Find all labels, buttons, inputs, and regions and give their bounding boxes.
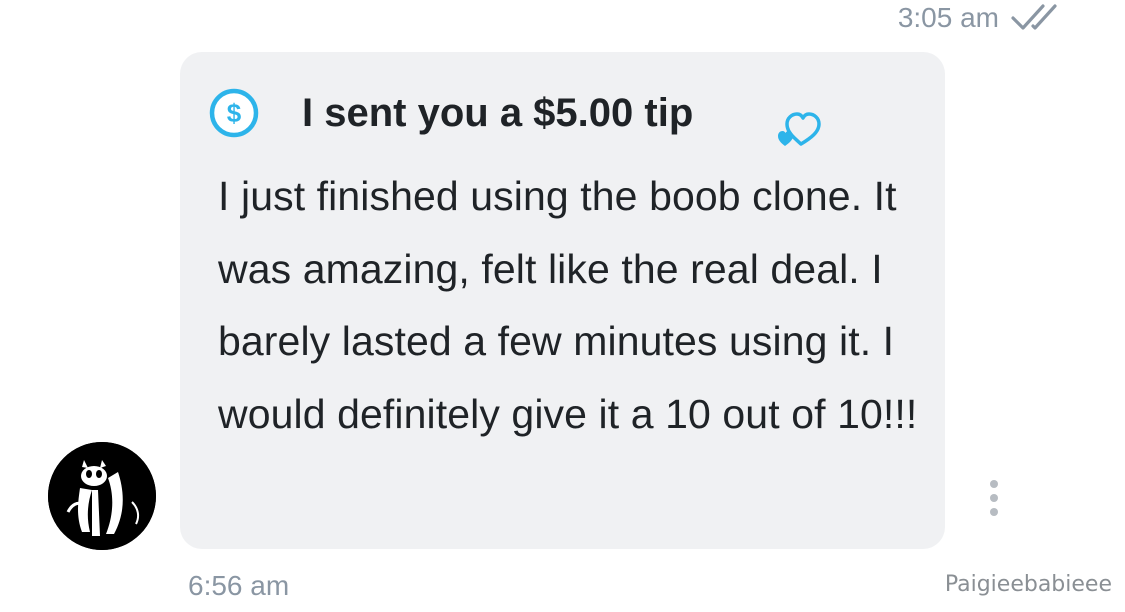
more-vertical-icon[interactable] [984,479,1004,517]
hearts-icon[interactable] [775,102,827,154]
message-text: I just finished using the boob clone. It… [218,173,918,437]
tip-label: I sent you a $5.00 tip [302,91,694,135]
watermark-text: Paigieebabieee [944,572,1112,597]
message-bubble[interactable]: $ I sent you a $5.00 tip I just finished… [180,52,945,549]
chat-screen: 3:05 am $ I sent you a $5.00 tip I just … [0,0,1125,612]
skunk-avatar-image [48,442,156,550]
previous-message-time: 3:05 am [897,2,999,33]
tip-banner: $ I sent you a $5.00 tip [208,85,693,141]
avatar[interactable] [48,442,156,550]
dollar-circle-icon: $ [209,88,259,138]
svg-text:$: $ [227,98,242,128]
previous-message-meta: 3:05 am [898,0,1067,36]
double-check-icon [1011,4,1057,30]
message-time: 6:56 am [188,570,290,601]
